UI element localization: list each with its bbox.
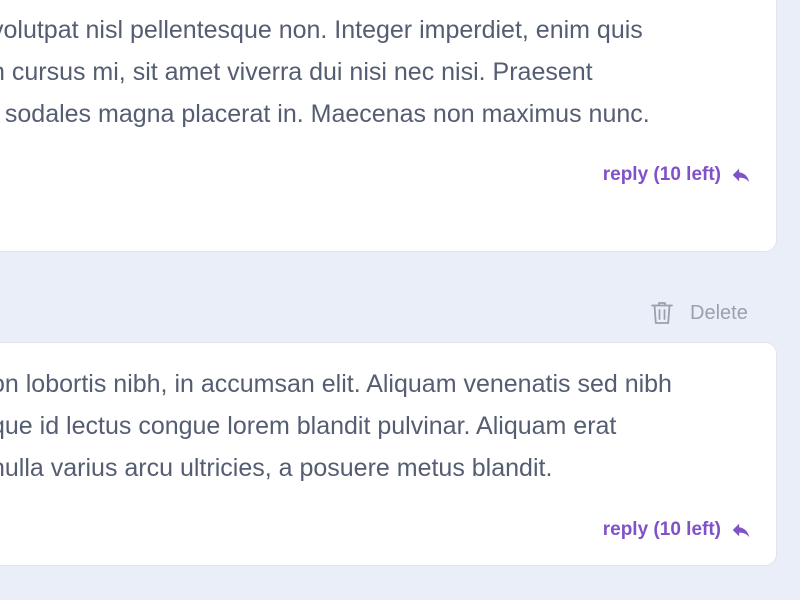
comment-line: nulla varius arcu ultricies, a posuere m…: [0, 454, 553, 482]
reply-label: reply (10 left): [602, 519, 721, 540]
comment-thread: volutpat nisl pellentesque non. Integer …: [0, 0, 800, 600]
reply-button[interactable]: reply (10 left): [603, 519, 752, 541]
comment-line: t sodales magna placerat in. Maecenas no…: [0, 100, 650, 128]
comment-body: on lobortis nibh, in accumsan elit. Aliq…: [0, 363, 672, 489]
comment-line: n cursus mi, sit amet viverra dui nisi n…: [0, 58, 593, 86]
comment-line: on lobortis nibh, in accumsan elit. Aliq…: [0, 370, 672, 398]
comment-body: volutpat nisl pellentesque non. Integer …: [0, 9, 650, 135]
comment-line: volutpat nisl pellentesque non. Integer …: [0, 16, 643, 44]
reply-arrow-icon: [730, 164, 752, 186]
comment-line: que id lectus congue lorem blandit pulvi…: [0, 412, 617, 440]
reply-label: reply (10 left): [602, 164, 721, 185]
comment-card: on lobortis nibh, in accumsan elit. Aliq…: [0, 342, 777, 566]
comment-card: volutpat nisl pellentesque non. Integer …: [0, 0, 777, 252]
reply-arrow-icon: [730, 519, 752, 541]
delete-button[interactable]: Delete: [650, 300, 748, 326]
delete-label: Delete: [690, 301, 748, 324]
trash-icon: [650, 300, 674, 326]
reply-button[interactable]: reply (10 left): [603, 164, 752, 186]
